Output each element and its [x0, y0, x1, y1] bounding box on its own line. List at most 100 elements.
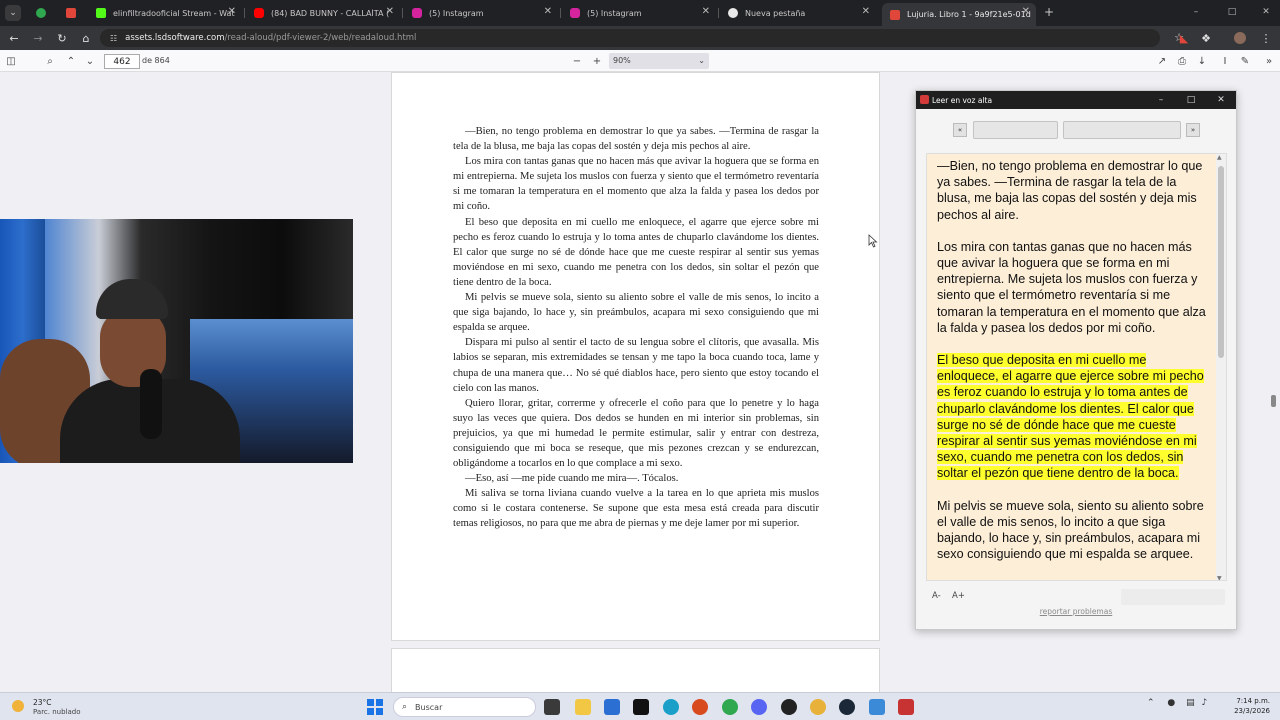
browser-tab[interactable]: Nueva pestaña ✕	[720, 3, 876, 23]
new-tab-icon[interactable]: +	[1042, 5, 1056, 19]
browser-tab[interactable]: (84) BAD BUNNY - CALLAÍTA ( ✕	[246, 3, 400, 23]
show-hidden-icons-icon[interactable]: ⌃	[1147, 698, 1155, 708]
pdf-paragraph: —Eso, así —me pide cuando me mira—. Tóca…	[465, 473, 679, 485]
browser-tab[interactable]: (5) Instagram ✕	[562, 3, 716, 23]
chrome-icon[interactable]	[810, 699, 826, 715]
weather-condition: Parc. nublado	[33, 708, 81, 716]
edge-icon[interactable]	[663, 699, 679, 715]
zoom-out-icon[interactable]: −	[569, 53, 585, 69]
draw-icon[interactable]: ✎	[1237, 53, 1253, 69]
next-button[interactable]: »	[1186, 123, 1200, 137]
browser-tab-active[interactable]: Lujuria. Libro 1 - 9a9f21e5-01d ✕	[882, 3, 1036, 26]
close-tab-icon[interactable]: ✕	[386, 6, 394, 17]
zoom-in-icon[interactable]: +	[589, 53, 605, 69]
close-icon[interactable]: ✕	[1206, 91, 1236, 109]
print-icon[interactable]: ⎙	[1174, 53, 1190, 69]
microphone-icon[interactable]: ●	[1167, 698, 1175, 708]
tab-title: (5) Instagram	[429, 8, 484, 18]
volume-icon[interactable]: ♪	[1202, 698, 1208, 708]
site-info-icon[interactable]: ☷	[110, 34, 117, 43]
save-icon[interactable]: ↓	[1194, 53, 1210, 69]
network-icon[interactable]: ▤	[1186, 698, 1195, 708]
browser-tab[interactable]: elinfiltradooficial Stream - Wat ✕	[88, 3, 242, 23]
zoom-select[interactable]: 90% ⌄	[609, 53, 709, 69]
menu-kebab-icon[interactable]: ⋮	[1258, 30, 1274, 46]
scroll-down-icon[interactable]: ▼	[1217, 575, 1222, 580]
readaloud-taskbar-icon[interactable]	[898, 699, 914, 715]
app-icon[interactable]	[692, 699, 708, 715]
windows-start-icon[interactable]	[367, 699, 383, 715]
capcut-icon[interactable]	[633, 699, 649, 715]
pdf-paragraph: —Bien, no tengo problema en demostrar lo…	[453, 126, 819, 153]
scroll-up-icon[interactable]: ▲	[1217, 154, 1222, 161]
minimize-window-icon[interactable]: –	[1186, 4, 1206, 20]
pdf-paragraph: Quiero llorar, gritar, correrme y ofrece…	[453, 397, 819, 470]
app-icon[interactable]	[869, 699, 885, 715]
next-page-icon[interactable]: ⌄	[82, 53, 98, 69]
pdf-toolbar: ◫ ⌕ ⌃ ⌄ de 864 − + 90% ⌄ ↗ ⎙ ↓ I ✎ »	[0, 50, 1280, 72]
browser-tab[interactable]	[58, 3, 80, 23]
readaloud-tab-icon	[66, 8, 76, 18]
tab-search-icon[interactable]: ⌄	[5, 5, 21, 21]
close-tab-icon[interactable]: ✕	[228, 6, 236, 17]
maximize-window-icon[interactable]: □	[1222, 4, 1242, 20]
whatsapp-icon[interactable]	[722, 699, 738, 715]
browser-tab[interactable]	[28, 3, 50, 23]
file-explorer-icon[interactable]	[575, 699, 591, 715]
close-tab-icon[interactable]: ✕	[862, 6, 870, 17]
report-problems-link[interactable]: reportar problemas	[916, 607, 1236, 616]
url-field[interactable]: ☷ assets.lsdsoftware.com/read-aloud/pdf-…	[100, 29, 1184, 47]
back-icon[interactable]: ←	[6, 30, 22, 46]
tab-title: (5) Instagram	[587, 8, 642, 18]
taskbar-search-input[interactable]: ⌕ Buscar	[393, 697, 536, 717]
reload-icon[interactable]: ↻	[54, 30, 70, 46]
pdf-paragraph: Mi saliva se torna liviana cuando vuelve…	[453, 488, 819, 530]
clock[interactable]: 7:14 p.m. 23/3/2026	[1222, 696, 1270, 716]
maximize-icon[interactable]: □	[1176, 91, 1206, 109]
home-icon[interactable]: ⌂	[78, 30, 94, 46]
close-tab-icon[interactable]: ✕	[702, 6, 710, 17]
text-cursor-icon[interactable]: I	[1217, 53, 1233, 69]
previous-button[interactable]: «	[953, 123, 967, 137]
tab-title: Nueva pestaña	[745, 8, 806, 18]
app-icon[interactable]	[781, 699, 797, 715]
open-file-icon[interactable]: ↗	[1154, 53, 1170, 69]
browser-tab-strip: ⌄ elinfiltradooficial Stream - Wat ✕ (84…	[0, 0, 1280, 26]
close-tab-icon[interactable]: ✕	[1022, 6, 1030, 17]
page-scrollbar-thumb[interactable]	[1271, 395, 1276, 407]
page-number-input[interactable]	[104, 54, 140, 69]
readaloud-extension-icon[interactable]: ◣	[1176, 30, 1192, 46]
reader-paragraph-text: —Bien, no tengo problema en demostrar lo…	[937, 159, 1203, 222]
reading-scrollbar[interactable]: ▲ ▼	[1216, 154, 1226, 580]
browser-tab[interactable]: (5) Instagram ✕	[404, 3, 558, 23]
scrollbar-thumb[interactable]	[1218, 166, 1224, 358]
sidebar-toggle-icon[interactable]: ◫	[3, 53, 19, 69]
rate-select[interactable]	[1063, 121, 1181, 139]
minimize-icon[interactable]: –	[1146, 91, 1176, 109]
tab-title: (84) BAD BUNNY - CALLAÍTA (	[271, 8, 390, 18]
weather-widget[interactable]: 23°C Parc. nublado	[12, 698, 102, 718]
previous-page-icon[interactable]: ⌃	[63, 53, 79, 69]
extensions-icon[interactable]: ❖	[1198, 30, 1214, 46]
store-icon[interactable]	[604, 699, 620, 715]
more-tools-icon[interactable]: »	[1261, 53, 1277, 69]
read-aloud-title: Leer en voz alta	[932, 95, 993, 105]
steam-icon[interactable]	[839, 699, 855, 715]
task-view-icon[interactable]	[544, 699, 560, 715]
reading-pane: —Bien, no tengo problema en demostrar lo…	[926, 153, 1227, 581]
voice-select[interactable]	[973, 121, 1058, 139]
readaloud-app-icon	[920, 95, 929, 104]
font-increase-button[interactable]: A+	[952, 591, 965, 601]
partly-cloudy-icon	[12, 700, 24, 712]
discord-icon[interactable]	[751, 699, 767, 715]
instagram-tab-icon	[570, 8, 580, 18]
reader-paragraph-text: Los mira con tantas ganas que no hacen m…	[937, 239, 1206, 335]
profile-avatar-icon[interactable]	[1232, 30, 1248, 46]
speed-bar[interactable]	[1121, 589, 1225, 605]
find-icon[interactable]: ⌕	[42, 53, 58, 69]
close-window-icon[interactable]: ✕	[1256, 4, 1276, 20]
font-decrease-button[interactable]: A-	[932, 591, 941, 601]
forward-icon[interactable]: →	[30, 30, 46, 46]
webcam-microphone	[140, 369, 162, 439]
close-tab-icon[interactable]: ✕	[544, 6, 552, 17]
